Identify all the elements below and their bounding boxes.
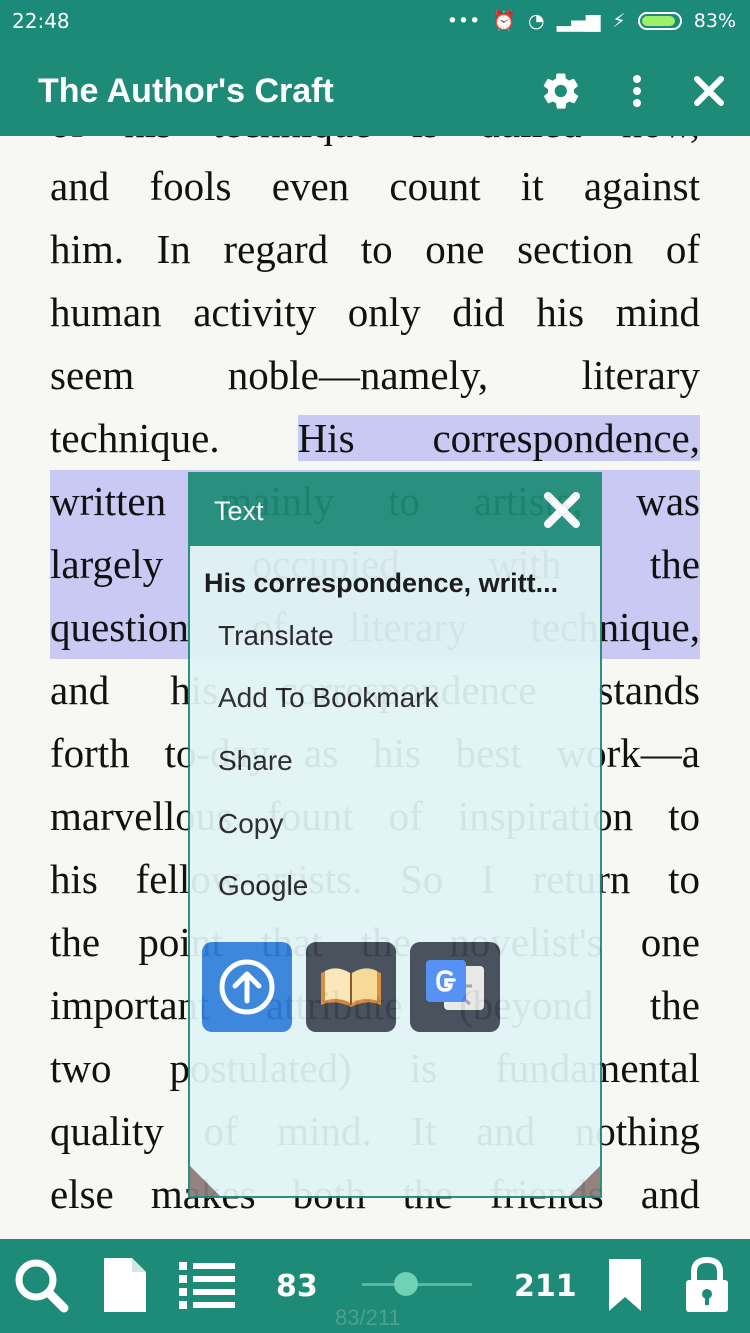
search-icon: [15, 1259, 69, 1313]
page-slider-thumb[interactable]: [394, 1272, 418, 1296]
text-line-highlight-start: technique. His correspondence,: [50, 407, 700, 470]
page-indicator: 83/211: [335, 1305, 401, 1330]
gear-icon: [543, 73, 579, 109]
current-page-number: 83: [276, 1269, 318, 1304]
total-pages-number: 211: [514, 1269, 577, 1304]
text-line: human activity only did his mind: [50, 289, 700, 335]
bookmark-button[interactable]: [590, 1253, 660, 1317]
resize-handle-right[interactable]: [570, 1166, 600, 1196]
status-time: 22:48: [12, 9, 70, 33]
page-slider[interactable]: [362, 1272, 472, 1296]
text-span: technique.: [50, 415, 298, 461]
more-vertical-icon: [633, 75, 641, 107]
selected-text-preview: His correspondence, writt...: [204, 568, 559, 598]
page-view-button[interactable]: [90, 1253, 160, 1317]
battery-percent: 83%: [693, 9, 736, 32]
google-translate-icon: [426, 960, 484, 1010]
signal-icon: ▂▄▆: [556, 9, 601, 32]
dictionary-book-icon: [321, 968, 381, 1007]
alarm-icon: ⏰: [492, 10, 516, 32]
lock-button[interactable]: [672, 1253, 742, 1317]
table-of-contents-button[interactable]: [172, 1253, 242, 1317]
close-icon: [694, 76, 724, 106]
menu-item-share[interactable]: Share: [218, 745, 293, 777]
dictionary-button[interactable]: [306, 942, 396, 1032]
menu-item-add-to-bookmark[interactable]: Add To Bookmark: [218, 682, 439, 714]
wifi-icon: ◔: [527, 9, 545, 32]
close-book-button[interactable]: [684, 66, 734, 116]
status-bar: 22:48 ••• ⏰ ◔ ▂▄▆ ⚡ 83%: [0, 0, 750, 42]
popup-header: Text: [190, 474, 600, 546]
text-line: seem noble—namely, literary: [50, 352, 700, 398]
google-translate-button[interactable]: [410, 942, 500, 1032]
popup-title: Text: [214, 496, 264, 526]
search-button[interactable]: [6, 1253, 76, 1317]
text-line: and fools even count it against: [50, 163, 700, 209]
settings-button[interactable]: [536, 66, 586, 116]
book-title: The Author's Craft: [38, 72, 334, 110]
battery-icon: [637, 11, 682, 30]
page-icon: [104, 1258, 146, 1312]
share-upload-icon: [219, 959, 275, 1015]
charging-icon: ⚡: [612, 9, 626, 32]
list-icon: [179, 1262, 235, 1309]
lock-icon: [686, 1256, 728, 1312]
text-line: him. In regard to one section of: [50, 226, 700, 272]
menu-item-copy[interactable]: Copy: [218, 808, 283, 840]
popup-close-button[interactable]: [534, 482, 590, 538]
menu-item-google[interactable]: Google: [218, 870, 308, 902]
bookmark-icon: [609, 1259, 641, 1311]
more-notifications-icon: •••: [446, 9, 481, 32]
text-action-popup: Text His correspondence, writt... Transl…: [188, 472, 602, 1198]
share-upload-button[interactable]: [202, 942, 292, 1032]
status-icons: ••• ⏰ ◔ ▂▄▆ ⚡ 83%: [446, 9, 736, 33]
close-icon: [544, 492, 580, 528]
popup-action-buttons: [202, 942, 500, 1032]
app-bar: The Author's Craft: [0, 42, 750, 136]
bottom-toolbar: 83 83/211 211: [0, 1239, 750, 1333]
highlighted-text[interactable]: His correspondence,: [297, 415, 700, 461]
resize-handle-left[interactable]: [190, 1166, 220, 1196]
menu-item-translate[interactable]: Translate: [218, 620, 334, 652]
overflow-menu-button[interactable]: [612, 66, 662, 116]
